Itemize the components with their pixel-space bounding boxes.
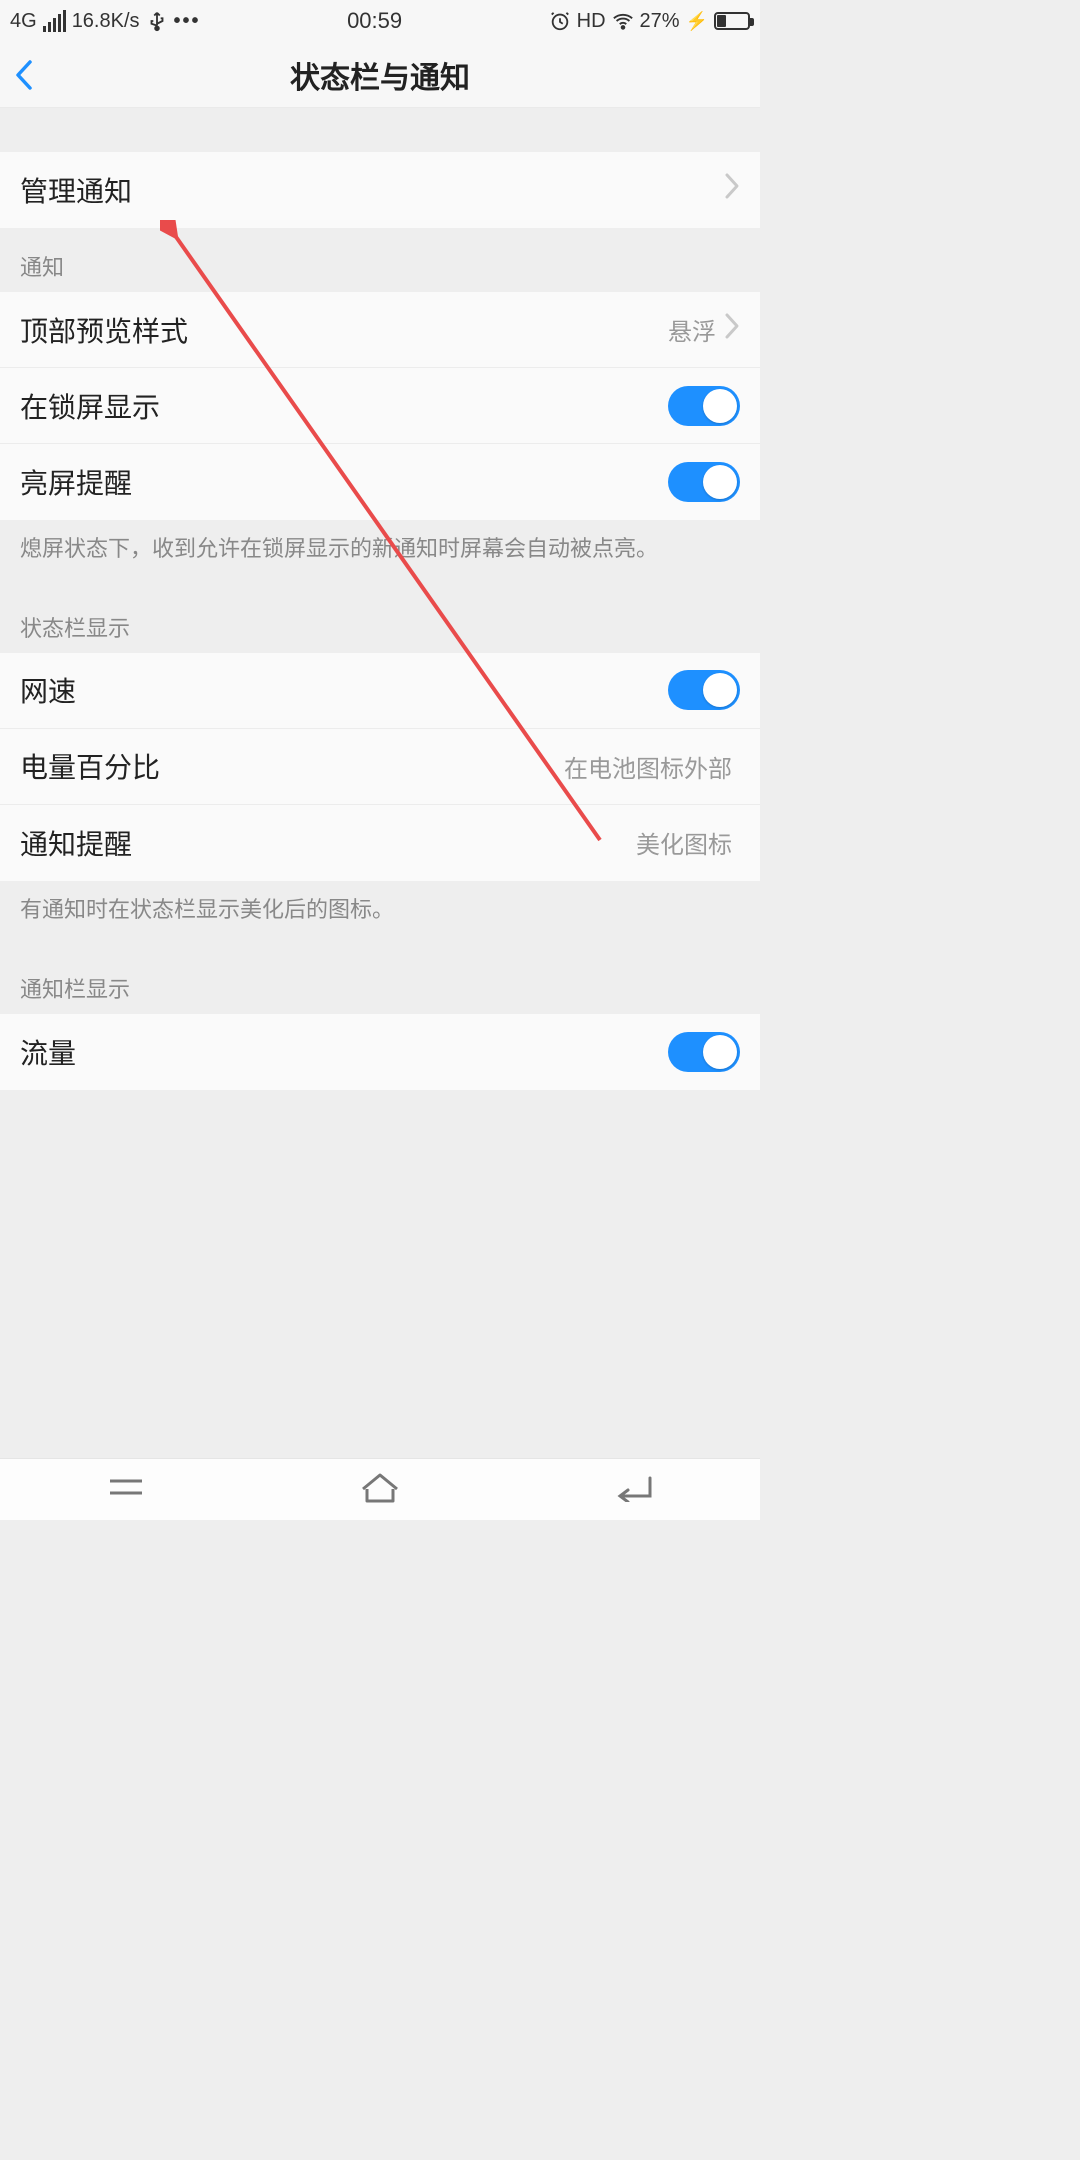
usb-icon [146,10,168,32]
row-label: 管理通知 [20,170,724,210]
row-label: 顶部预览样式 [20,310,668,350]
chevron-right-icon [724,312,740,348]
status-bar-right: HD 27% ⚡ [549,10,750,33]
battery-percent: 27% [640,10,680,33]
battery-icon [714,12,750,30]
charging-icon: ⚡ [686,11,708,32]
row-label: 电量百分比 [20,746,564,786]
row-notification-reminder[interactable]: 通知提醒 美化图标 [0,805,760,881]
wifi-icon [612,10,634,32]
row-label: 网速 [20,670,668,710]
section-header-notifpanel: 通知栏显示 [0,950,760,1014]
chevron-right-icon [724,172,740,208]
spacer [0,108,760,152]
row-value: 悬浮 [668,312,716,347]
navigation-bar [0,1458,760,1520]
section-desc-statusbar: 有通知时在状态栏显示美化后的图标。 [0,881,760,950]
row-show-on-lockscreen: 在锁屏显示 [0,368,760,444]
row-label: 流量 [20,1032,668,1072]
row-battery-percent[interactable]: 电量百分比 在电池图标外部 [0,729,760,805]
more-icon: ••• [174,10,201,33]
row-netspeed: 网速 [0,653,760,729]
row-data: 流量 [0,1014,760,1090]
row-label: 在锁屏显示 [20,386,668,426]
toggle-show-on-lockscreen[interactable] [668,386,740,426]
section-header-notifications: 通知 [0,228,760,292]
row-label: 亮屏提醒 [20,462,668,502]
row-label: 通知提醒 [20,823,636,863]
row-top-preview-style[interactable]: 顶部预览样式 悬浮 [0,292,760,368]
row-value: 美化图标 [636,825,732,860]
toggle-netspeed[interactable] [668,670,740,710]
status-bar: 4G 16.8K/s ••• 00:59 HD 27% ⚡ [0,0,760,42]
status-bar-time: 00:59 [347,8,402,34]
row-wake-screen: 亮屏提醒 [0,444,760,520]
row-manage-notifications[interactable]: 管理通知 [0,152,760,228]
section-header-statusbar: 状态栏显示 [0,589,760,653]
net-speed: 16.8K/s [72,10,140,33]
page-header: 状态栏与通知 [0,42,760,108]
alarm-icon [549,10,571,32]
status-bar-left: 4G 16.8K/s ••• [10,10,201,33]
toggle-data[interactable] [668,1032,740,1072]
network-type: 4G [10,10,37,33]
nav-recent-button[interactable] [106,1473,146,1506]
row-value: 在电池图标外部 [564,749,732,784]
hd-indicator: HD [577,10,606,33]
page-title: 状态栏与通知 [290,53,470,97]
nav-home-button[interactable] [359,1471,401,1508]
section-desc-notifications: 熄屏状态下，收到允许在锁屏显示的新通知时屏幕会自动被点亮。 [0,520,760,589]
nav-back-button[interactable] [614,1472,654,1507]
chevron-left-icon [14,58,34,92]
toggle-wake-screen[interactable] [668,462,740,502]
signal-icon [43,10,66,32]
back-button[interactable] [14,42,34,107]
